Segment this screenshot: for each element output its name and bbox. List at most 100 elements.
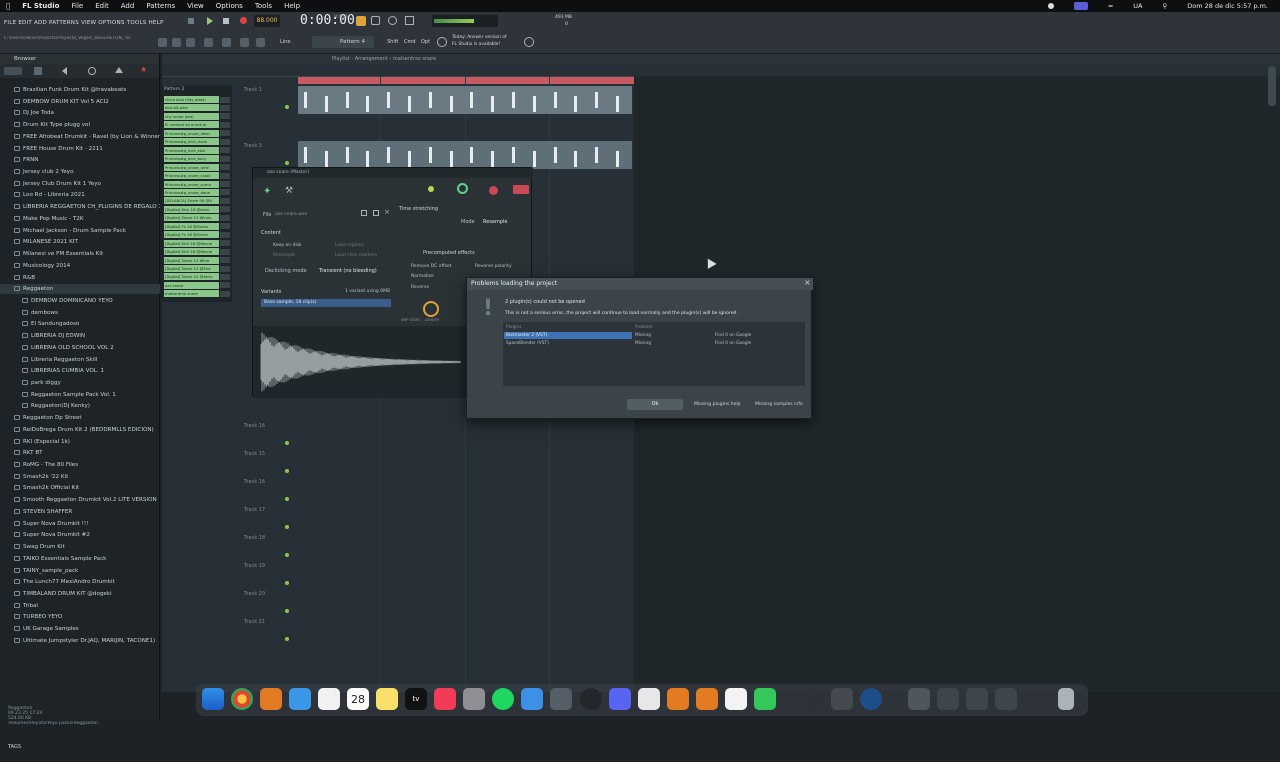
- view-mixer-icon[interactable]: [204, 38, 213, 47]
- channel-button[interactable]: [Digital] Snare 21 Wines: [164, 214, 219, 222]
- playlist-timeline-selection[interactable]: [298, 76, 634, 84]
- dialog-close-icon[interactable]: ×: [804, 278, 811, 287]
- reverse-polarity[interactable]: Reverse polarity: [475, 264, 512, 269]
- fl-studio-3-icon[interactable]: [696, 688, 718, 710]
- menu-edit[interactable]: Edit: [95, 2, 109, 10]
- save-icon[interactable]: [373, 210, 379, 216]
- channel-steps[interactable]: [220, 214, 230, 221]
- recent-app-3-icon[interactable]: [966, 688, 988, 710]
- channel-button[interactable]: [Digital] Kick 16 @kenu: [164, 205, 219, 213]
- track-mute-led[interactable]: [285, 497, 289, 501]
- menu-patterns[interactable]: Patterns: [146, 2, 175, 10]
- browser-item[interactable]: Smooth Reggaeton Drumkit Vol.2 LITE VERS…: [0, 495, 160, 505]
- folder-icon[interactable]: [361, 210, 367, 216]
- pan-knob[interactable]: [457, 183, 468, 194]
- fl-menu-edit[interactable]: EDIT: [18, 20, 32, 26]
- browser-item[interactable]: TURBEO YEYO: [0, 612, 160, 622]
- channel-button[interactable]: [Digital] Snare 12 Wine: [164, 256, 219, 264]
- snap-mode[interactable]: Line: [280, 39, 290, 45]
- track-label[interactable]: Track 19: [244, 563, 265, 569]
- track-label[interactable]: Track 16: [244, 423, 265, 429]
- fl-studio-2-icon[interactable]: [667, 688, 689, 710]
- browser-item[interactable]: Tribal: [0, 601, 160, 611]
- channel-steps[interactable]: [220, 273, 230, 280]
- channel-steps[interactable]: [220, 240, 230, 247]
- channel-steps[interactable]: [220, 265, 230, 272]
- playlist-scrollbar[interactable]: [1268, 66, 1276, 106]
- channel-steps[interactable]: [220, 290, 230, 297]
- channel-button[interactable]: chica loca (Vay plata): [164, 96, 219, 103]
- browser-star-icon[interactable]: ★: [140, 66, 147, 74]
- menu-help[interactable]: Help: [284, 2, 300, 10]
- facetime-icon[interactable]: [754, 688, 776, 710]
- browser-item[interactable]: Jersey Club Drum Kit 1 Yeyo: [0, 179, 160, 189]
- news-line-1[interactable]: Today: Answer version of: [452, 35, 507, 40]
- channel-button[interactable]: malsentrso snare: [164, 290, 219, 298]
- menu-view[interactable]: View: [187, 2, 204, 10]
- channel-button[interactable]: Princess#g_snare_sumu: [164, 180, 219, 188]
- view-piano-roll-icon[interactable]: [172, 38, 181, 47]
- channel-button[interactable]: Princess#g_snare_lorie: [164, 163, 219, 171]
- file-name[interactable]: ozo snare.wav: [275, 212, 307, 217]
- channel-steps[interactable]: [220, 130, 230, 137]
- music-icon[interactable]: [434, 688, 456, 710]
- browser-item[interactable]: DEMBOW DRUM KIT Vol 5 ACI2: [0, 97, 160, 107]
- browser-item[interactable]: TAINY_sample_pack: [0, 566, 160, 576]
- fl-menu-tools[interactable]: TOOLS: [127, 20, 147, 26]
- browser-item[interactable]: Reggaeton Sample Pack Vol. 1: [0, 390, 160, 400]
- length-knob[interactable]: [423, 301, 439, 317]
- channel-steps[interactable]: [220, 189, 230, 196]
- view-playlist-icon[interactable]: [158, 38, 167, 47]
- remove-dc-offset[interactable]: Remove DC offset: [411, 264, 451, 269]
- load-regions[interactable]: Load regions: [335, 243, 364, 248]
- view-channel-rack-icon[interactable]: [186, 38, 195, 47]
- input-source[interactable]: UA: [1133, 2, 1142, 10]
- row-2-google-link[interactable]: Find it on Google: [715, 341, 751, 346]
- countdown-icon[interactable]: [371, 16, 380, 25]
- row-2-name[interactable]: SpaceBlender (VST): [506, 341, 549, 346]
- track-mute-led[interactable]: [285, 525, 289, 529]
- browser-item[interactable]: Drum Kit Type plugg vol: [0, 120, 160, 130]
- fl-menu-help[interactable]: HELP: [149, 20, 164, 26]
- browser-up-icon[interactable]: [115, 67, 123, 73]
- settings-icon[interactable]: [463, 688, 485, 710]
- track-label[interactable]: Track 21: [244, 619, 265, 625]
- browser-item[interactable]: DEMBOW DOMINICANO YEYO: [0, 296, 160, 306]
- guitar-icon[interactable]: [831, 688, 853, 710]
- status-app-icon[interactable]: [1073, 2, 1088, 10]
- menu-options[interactable]: Options: [216, 2, 243, 10]
- track-label[interactable]: Track 20: [244, 591, 265, 597]
- browser-item[interactable]: Musicology 2014: [0, 261, 160, 271]
- wrench-icon[interactable]: ⚒: [285, 186, 293, 196]
- missing-samples-info-button[interactable]: Missing samples info: [755, 402, 803, 407]
- channel-steps[interactable]: [220, 282, 230, 289]
- browser-item[interactable]: Smash2k '22 Kit: [0, 472, 160, 482]
- track-mute-led[interactable]: [285, 441, 289, 445]
- browser-item[interactable]: MILANESE 2021 KIT: [0, 237, 160, 247]
- channel-button[interactable]: Princess#g_kick_ekal: [164, 146, 219, 154]
- pattern-song-toggle[interactable]: [188, 18, 194, 24]
- browser-menu-icon[interactable]: [4, 67, 22, 75]
- channel-button[interactable]: kick-kit-perc: [164, 104, 219, 112]
- stop-icon[interactable]: [223, 18, 229, 24]
- browser-item[interactable]: FREE Afrobeat Drumkit - Ravel (by Lion &…: [0, 132, 160, 142]
- blend-notes-icon[interactable]: [405, 16, 414, 25]
- browser-item[interactable]: Ultimate Jumpstyler Dr.JAQ, MARIJIN, TAC…: [0, 636, 160, 646]
- power-led[interactable]: [428, 186, 434, 192]
- play-icon[interactable]: [207, 17, 213, 25]
- browser-item[interactable]: LIBRERIA DJ EDWIN: [0, 331, 160, 341]
- browser-item[interactable]: El Sandungadoso: [0, 319, 160, 329]
- notes-icon[interactable]: [376, 688, 398, 710]
- logic-icon[interactable]: [550, 688, 572, 710]
- app-name[interactable]: FL Studio: [22, 2, 59, 10]
- channel-button[interactable]: Princess#g_snare_castil: [164, 172, 219, 180]
- channel-button[interactable]: Princess#g_kick_bury: [164, 155, 219, 163]
- browser-item[interactable]: Super Nova Drumkit !!!: [0, 519, 160, 529]
- channel-steps[interactable]: [220, 197, 230, 204]
- channel-button[interactable]: chy snare (kat): [164, 112, 219, 120]
- load-slice-markers[interactable]: Load slice markers: [335, 253, 377, 258]
- channel-steps[interactable]: [220, 257, 230, 264]
- recent-app-4-icon[interactable]: [995, 688, 1017, 710]
- vpn-icon[interactable]: [860, 688, 882, 710]
- browser-item[interactable]: Michael Jackson - Drum Sample Pack: [0, 226, 160, 236]
